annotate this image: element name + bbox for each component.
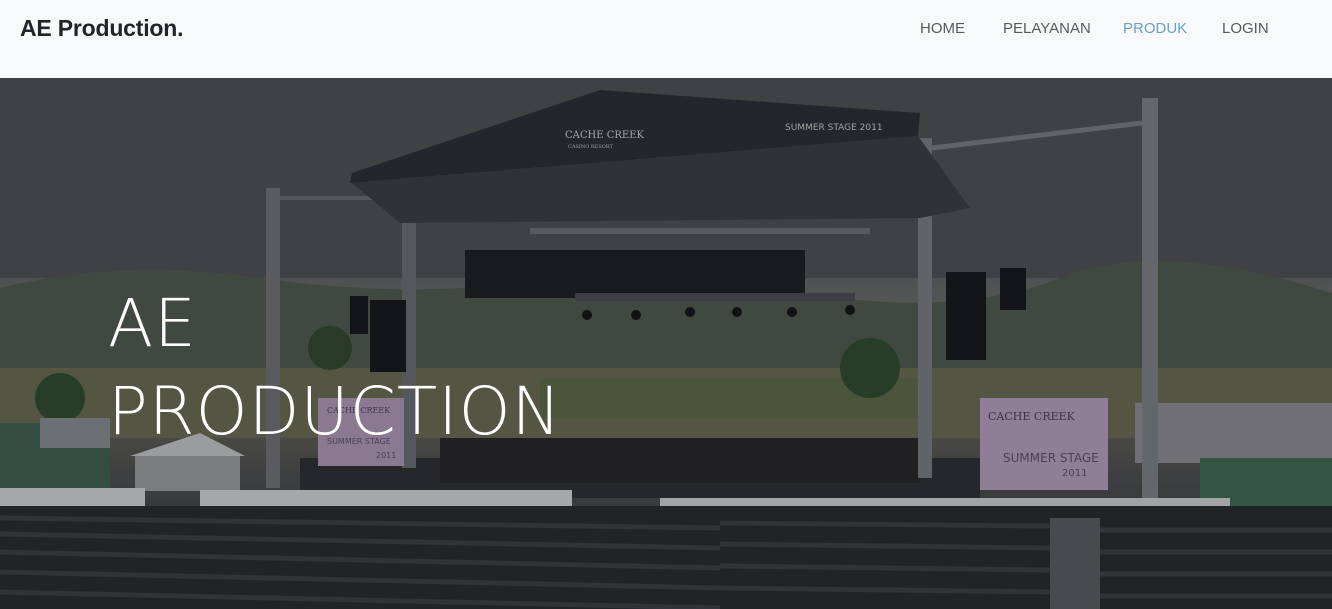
- hero-title: AE PRODUCTION: [108, 280, 562, 456]
- hero-section: CACHE CREEK CASINO RESORT SUMMER STAGE 2…: [0, 78, 1332, 609]
- nav-link-login[interactable]: LOGIN: [1222, 20, 1269, 37]
- hero-title-line-2: PRODUCTION: [108, 373, 562, 450]
- nav-link-produk[interactable]: PRODUK: [1123, 20, 1187, 37]
- hero-title-line-1: AE: [108, 285, 197, 362]
- nav-link-home[interactable]: HOME: [920, 20, 965, 37]
- navbar: AE Production. HOME PELAYANAN PRODUK LOG…: [0, 0, 1332, 78]
- brand-logo[interactable]: AE Production.: [20, 15, 184, 42]
- nav-link-pelayanan[interactable]: PELAYANAN: [1003, 20, 1091, 37]
